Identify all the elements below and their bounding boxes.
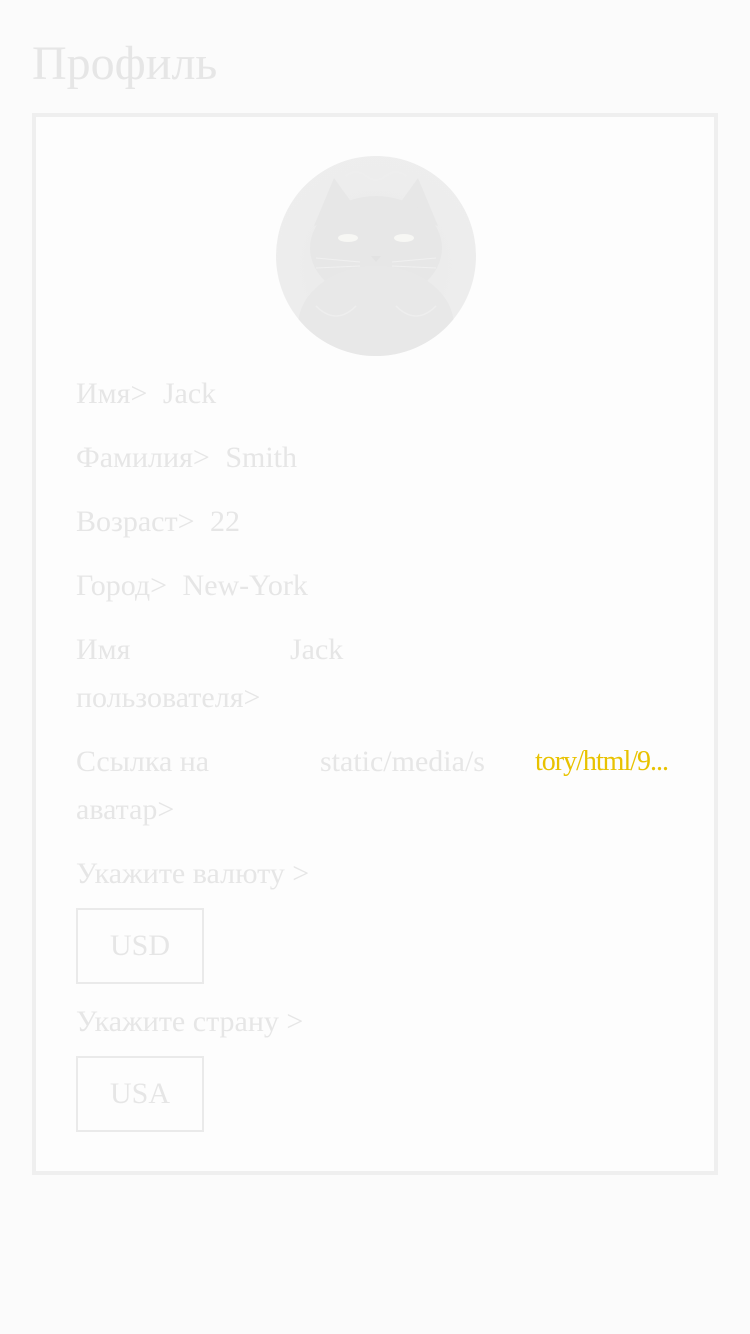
last-name-label: Фамилия> (76, 441, 210, 474)
country-select-button[interactable]: USA (76, 1056, 204, 1132)
last-name-value: Smith (225, 441, 298, 474)
city-label: Город> (76, 569, 168, 602)
age-label: Возраст> (76, 505, 195, 538)
country-prompt: Укажите страну > (76, 1005, 304, 1038)
city-value: New-York (182, 569, 308, 602)
age-value: 22 (210, 505, 241, 538)
currency-select-button[interactable]: USD (76, 908, 204, 984)
first-name-label: Имя> (76, 377, 148, 410)
first-name-row: Имя> Jack (76, 370, 216, 418)
age-row: Возраст> 22 (76, 498, 240, 546)
first-name-value: Jack (162, 377, 217, 410)
avatar-link-label: Ссылка на аватар> (76, 745, 210, 826)
profile-card: Имя> Jack Фамилия> Smith Возраст> 22 Гор… (32, 113, 718, 1175)
avatar-link-value: static/media/s tory/html/9... (320, 738, 668, 786)
currency-prompt: Укажите валюту > (76, 857, 310, 890)
username-label: Имя пользователя> (76, 633, 261, 714)
city-row: Город> New-York (76, 562, 308, 610)
username-value: Jack (290, 633, 344, 666)
avatar (276, 156, 476, 356)
avatar-link-overflow: tory/html/9... (531, 738, 668, 786)
page-title: Профиль (32, 37, 218, 90)
avatar-link-text: static/media/s (320, 745, 485, 778)
last-name-row: Фамилия> Smith (76, 434, 297, 482)
cat-avatar-icon (298, 171, 454, 356)
